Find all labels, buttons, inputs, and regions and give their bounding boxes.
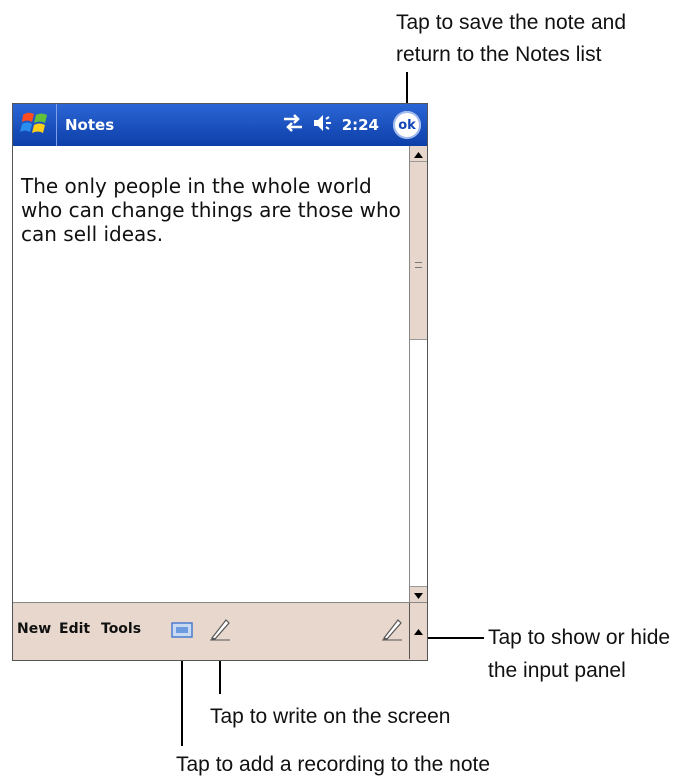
callout-record: Tap to add a recording to the note [176,753,491,776]
pocket-pc-screen: Notes 2:24 ok The only people in the who… [12,103,428,661]
callout-write: Tap to write on the screen [210,705,451,728]
ok-button[interactable]: ok [393,111,421,139]
scroll-up-icon [414,145,423,163]
input-panel-icon [381,617,403,646]
callout-input-leader [428,637,484,639]
note-editor[interactable]: The only people in the whole world who c… [13,146,409,602]
recording-toolbar-button[interactable] [171,621,193,644]
speaker-icon[interactable] [312,114,334,137]
menu-bar: New Edit Tools [13,602,427,660]
app-title: Notes [65,116,115,134]
sip-arrow-icon [414,622,423,640]
title-bar: Notes 2:24 ok [13,104,427,146]
status-area: 2:24 ok [282,111,427,139]
scroll-down-icon [414,586,423,604]
input-panel-toggle[interactable] [409,603,427,659]
connectivity-icon[interactable] [282,113,304,137]
pen-icon [209,617,231,646]
start-button[interactable] [13,104,57,146]
callout-ok-line2: return to the Notes list [396,43,602,66]
scroll-down-button[interactable] [410,586,427,602]
scroll-grip [415,262,422,268]
scroll-up-button[interactable] [410,146,427,162]
clock[interactable]: 2:24 [342,116,379,134]
ok-icon: ok [398,117,416,133]
input-panel-button[interactable] [381,617,403,646]
recording-icon [171,621,193,644]
callout-ok-line1: Tap to save the note and [396,11,627,34]
menu-tools[interactable]: Tools [101,621,141,637]
windows-start-icon [19,109,50,142]
callout-record-leader [181,646,183,746]
pen-toolbar-button[interactable] [209,617,231,646]
callout-input-line1: Tap to show or hide [488,626,671,649]
vertical-scrollbar[interactable] [409,146,427,602]
scroll-thumb[interactable] [410,162,427,340]
note-text[interactable]: The only people in the whole world who c… [21,174,405,246]
callout-input-line2: the input panel [488,659,626,682]
menu-edit[interactable]: Edit [59,621,90,637]
menu-new[interactable]: New [17,621,51,637]
